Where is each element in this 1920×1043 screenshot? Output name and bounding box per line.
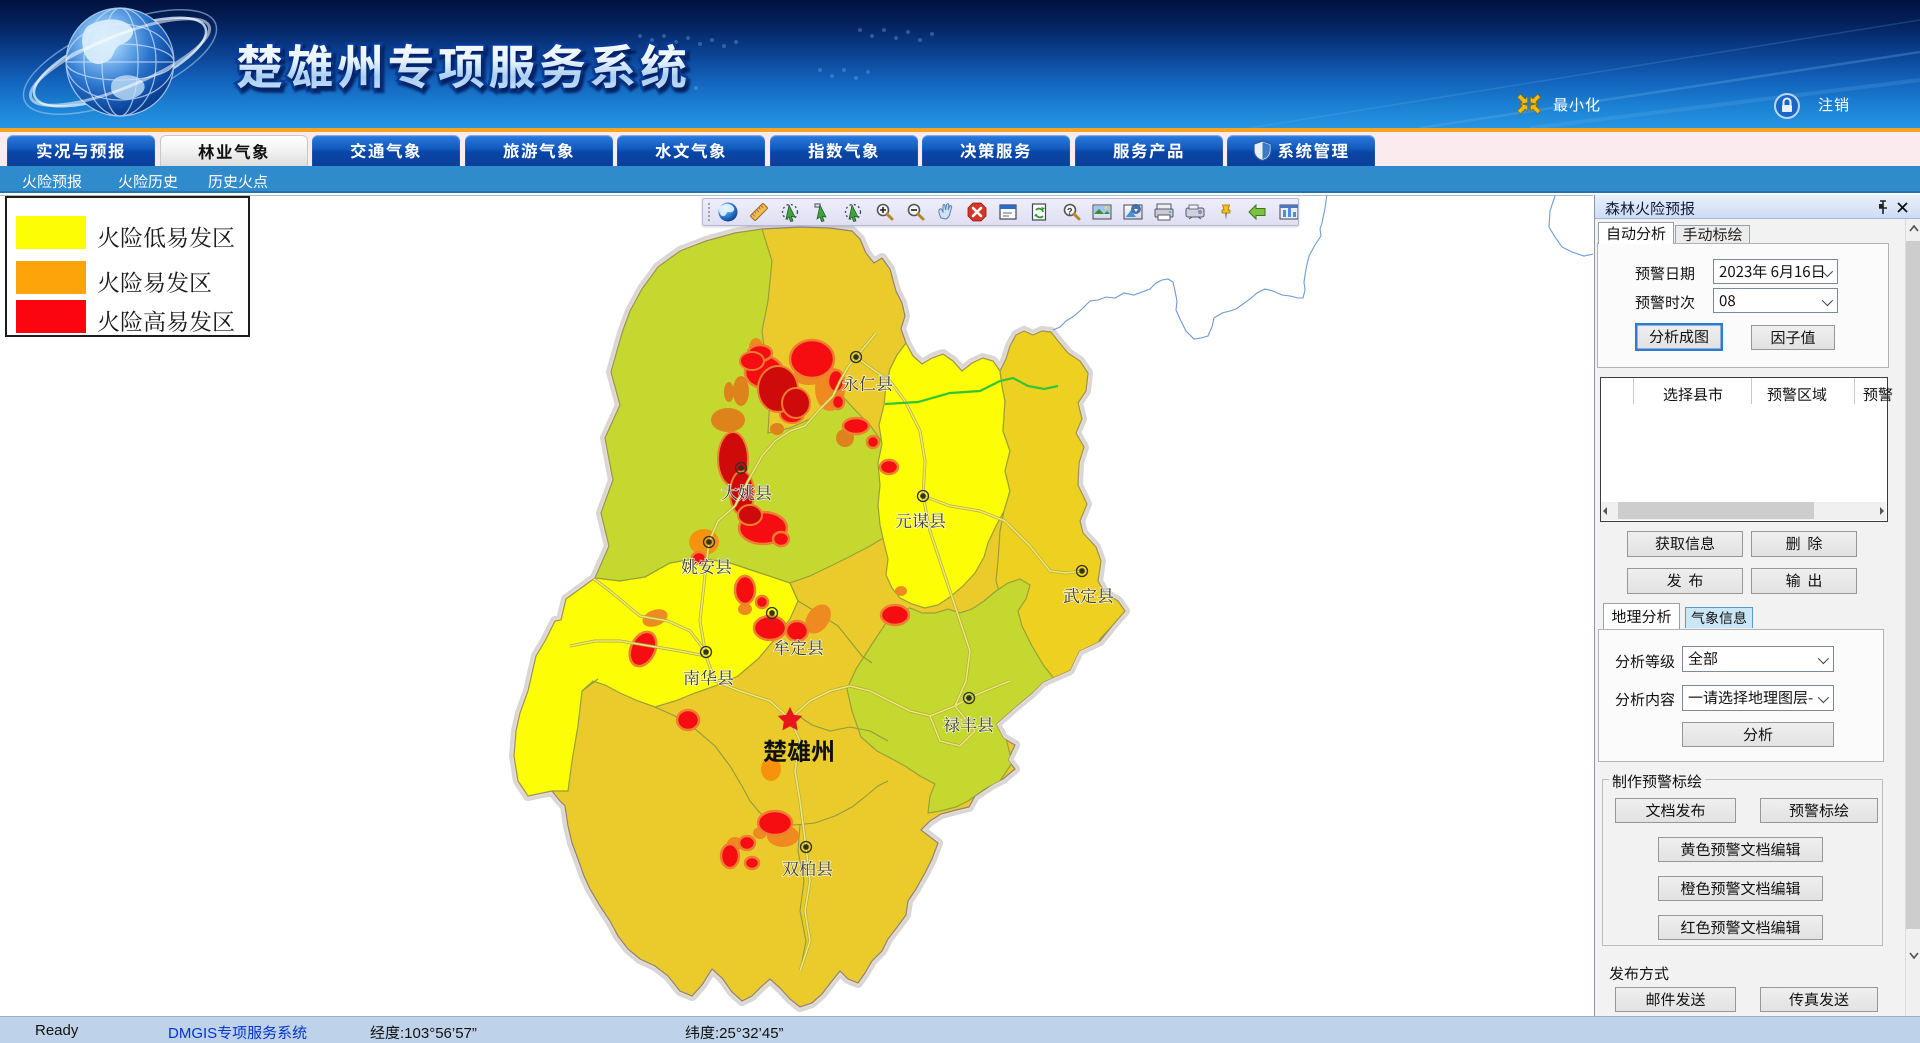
svg-text:牟定县: 牟定县 <box>773 634 824 659</box>
svg-text:姚安县: 姚安县 <box>681 553 732 578</box>
svg-text:南华县: 南华县 <box>683 664 734 689</box>
svg-text:大姚县: 大姚县 <box>721 479 772 504</box>
svg-text:武定县: 武定县 <box>1063 582 1114 607</box>
svg-text:永仁县: 永仁县 <box>842 370 893 395</box>
svg-text:禄丰县: 禄丰县 <box>943 711 994 736</box>
svg-text:楚雄州: 楚雄州 <box>763 732 835 767</box>
svg-text:楚雄州专项服务系统: 楚雄州专项服务系统 <box>236 30 691 98</box>
svg-text:双柏县: 双柏县 <box>782 855 833 880</box>
svg-text:元谋县: 元谋县 <box>895 507 946 532</box>
svg-text:?: ? <box>1067 207 1073 217</box>
